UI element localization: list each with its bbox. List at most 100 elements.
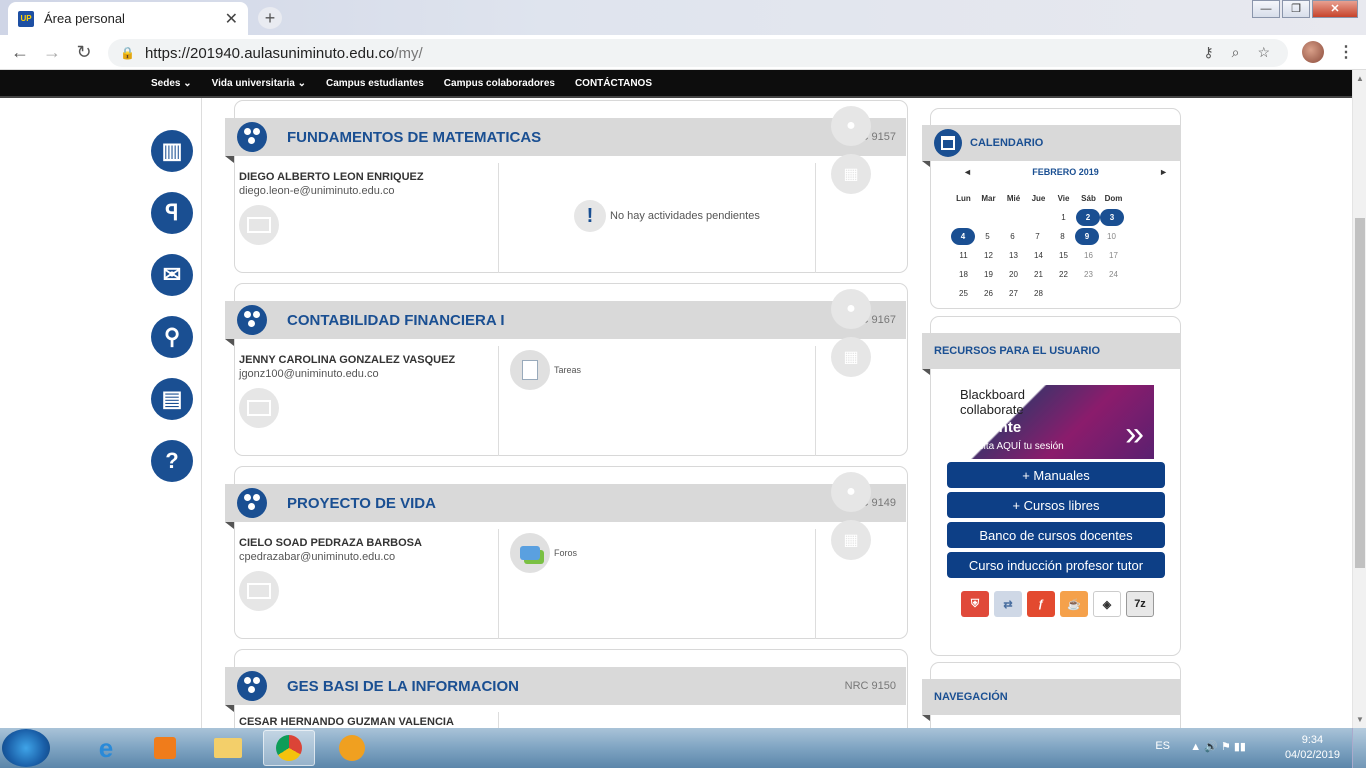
next-month-icon[interactable]: ► (1159, 167, 1168, 177)
show-desktop-button[interactable] (1352, 728, 1366, 768)
maximize-button[interactable]: ❐ (1282, 0, 1310, 18)
course-nrc: NRC 9150 (844, 680, 896, 692)
course-title[interactable]: PROYECTO DE VIDA (287, 495, 845, 512)
calendar-day: 26 (984, 289, 993, 298)
tray-language[interactable]: ES (1155, 740, 1170, 752)
nav-contactanos[interactable]: CONTÁCTANOS (575, 78, 652, 89)
flash-icon[interactable]: ƒ (1027, 591, 1055, 617)
file-explorer-icon[interactable] (202, 730, 254, 766)
calendar-day: 14 (1034, 251, 1043, 260)
bookmark-star-icon[interactable]: ☆ (1257, 44, 1270, 61)
chrome-icon[interactable] (263, 730, 315, 766)
mail-icon[interactable]: ✉ (151, 254, 193, 296)
course-actions: ● ▦ (831, 106, 871, 202)
banco-cursos-button[interactable]: Banco de cursos docentes (947, 522, 1165, 548)
blackboard-banner[interactable]: Blackboard collaborate Docente Solicita A… (958, 385, 1154, 459)
browser-tab[interactable]: UP Área personal ✕ (8, 2, 248, 35)
document-icon[interactable]: ▤ (151, 378, 193, 420)
calendar-nav: ◄ FEBRERO 2019 ► (951, 167, 1176, 177)
calendar-icon (934, 129, 962, 157)
java-icon[interactable]: ☕ (1060, 591, 1088, 617)
calendar-day: 21 (1034, 270, 1043, 279)
helm-icon[interactable] (326, 730, 378, 766)
participants-icon[interactable]: ● (831, 289, 871, 329)
activity-item[interactable]: Foros (510, 533, 577, 573)
manuales-button[interactable]: + Manuales (947, 462, 1165, 488)
taskbar-clock[interactable]: 9:34 04/02/2019 (1285, 733, 1340, 763)
profile-avatar[interactable] (1302, 41, 1324, 63)
calendar-day: 1 (1061, 213, 1066, 222)
envelope-icon[interactable] (239, 205, 279, 245)
address-bar[interactable]: 🔒 https://201940.aulasuniminuto.edu.co/m… (108, 39, 1288, 67)
teacher-name: CIELO SOAD PEDRAZA BARBOSA (239, 537, 422, 549)
7zip-icon[interactable]: 7z (1126, 591, 1154, 617)
envelope-icon[interactable] (239, 571, 279, 611)
menu-dots-icon[interactable]: ⋮ (1338, 42, 1354, 62)
tray-icons[interactable]: ▲ 🔊 ⚑ ▮▮ (1190, 740, 1246, 753)
curso-induccion-button[interactable]: Curso inducción profesor tutor (947, 552, 1165, 578)
plugin-icons: ⛨ ⇄ ƒ ☕ ◈ 7z (961, 591, 1154, 617)
calendar-day[interactable]: 4 (951, 228, 975, 245)
weekday-label: Jue (1031, 194, 1046, 203)
grades-icon[interactable]: ꟼ (151, 192, 193, 234)
calendar-header: CALENDARIO (922, 125, 1181, 167)
zoom-icon[interactable]: ⌕ (1232, 44, 1240, 61)
activity-item[interactable]: Tareas (510, 350, 581, 390)
minimize-button[interactable]: — (1252, 0, 1280, 18)
calendar-day (1001, 209, 1026, 226)
grades-table-icon[interactable]: ▦ (831, 520, 871, 560)
teacher-info: JENNY CAROLINA GONZALEZ VASQUEZ jgonz100… (235, 346, 499, 456)
help-icon[interactable]: ? (151, 440, 193, 482)
books-icon[interactable]: ▥ (151, 130, 193, 172)
page-scrollbar[interactable]: ▲ ▼ (1352, 70, 1366, 728)
participants-icon[interactable]: ● (831, 106, 871, 146)
media-player-icon[interactable] (139, 730, 191, 766)
calendar-day: 8 (1060, 232, 1065, 241)
scroll-up-icon[interactable]: ▲ (1356, 74, 1364, 83)
envelope-icon[interactable] (239, 388, 279, 428)
calendar-month[interactable]: FEBRERO 2019 (1032, 167, 1099, 177)
back-icon[interactable]: ← (8, 40, 32, 64)
participants-icon[interactable]: ● (831, 472, 871, 512)
new-tab-button[interactable]: + (258, 7, 282, 29)
close-tab-icon[interactable]: ✕ (225, 9, 238, 29)
nav-vida-universitaria[interactable]: Vida universitaria ⌄ (212, 78, 306, 89)
course-title[interactable]: CONTABILIDAD FINANCIERA I (287, 312, 845, 329)
course-header: CONTABILIDAD FINANCIERA I NRC 9167 (225, 301, 906, 346)
grades-table-icon[interactable]: ▦ (831, 337, 871, 377)
calendar-day[interactable]: 9 (1075, 228, 1099, 245)
calendar-day: 23 (1084, 270, 1093, 279)
url-host: https://201940.aulasuniminuto.edu.co (144, 44, 395, 62)
translate-icon[interactable]: ⇄ (994, 591, 1022, 617)
windows-start-button[interactable] (2, 729, 50, 767)
course-title[interactable]: FUNDAMENTOS DE MATEMATICAS (287, 129, 845, 146)
clock-time: 9:34 (1301, 734, 1324, 746)
cursos-libres-button[interactable]: + Cursos libres (947, 492, 1165, 518)
pending-notice: ! No hay actividades pendientes (574, 200, 760, 232)
nav-campus-colaboradores[interactable]: Campus colaboradores (444, 78, 555, 89)
browser-tab-strip: UP Área personal ✕ + — ❐ ✕ (0, 0, 1366, 35)
nav-campus-estudiantes[interactable]: Campus estudiantes (326, 78, 424, 89)
reload-icon[interactable]: ↻ (72, 40, 96, 64)
acrobat-icon[interactable]: ⛨ (961, 591, 989, 617)
grades-table-icon[interactable]: ▦ (831, 154, 871, 194)
course-title[interactable]: GES BASI DE LA INFORMACION (287, 678, 845, 695)
forward-icon[interactable]: → (40, 40, 64, 64)
calendar-day: 28 (1034, 289, 1043, 298)
navigation-title: NAVEGACIÓN (934, 691, 1008, 703)
calendar-day[interactable]: 3 (1100, 209, 1124, 226)
weekday-label: Mié (1006, 194, 1021, 203)
scrollbar-thumb[interactable] (1355, 218, 1365, 568)
key-icon[interactable]: ⚷ (1203, 44, 1213, 61)
calendar-day (1051, 285, 1076, 302)
prev-month-icon[interactable]: ◄ (963, 167, 972, 177)
scroll-down-icon[interactable]: ▼ (1356, 715, 1364, 724)
internet-explorer-icon[interactable]: e (80, 730, 132, 766)
close-window-button[interactable]: ✕ (1312, 0, 1358, 18)
teacher-email: diego.leon-e@uniminuto.edu.co (239, 185, 395, 197)
calendar-day[interactable]: 2 (1076, 209, 1100, 226)
network-icon[interactable]: ⚲ (151, 316, 193, 358)
nav-sedes[interactable]: Sedes ⌄ (151, 78, 192, 89)
calendar-day (976, 209, 1001, 226)
unity-icon[interactable]: ◈ (1093, 591, 1121, 617)
